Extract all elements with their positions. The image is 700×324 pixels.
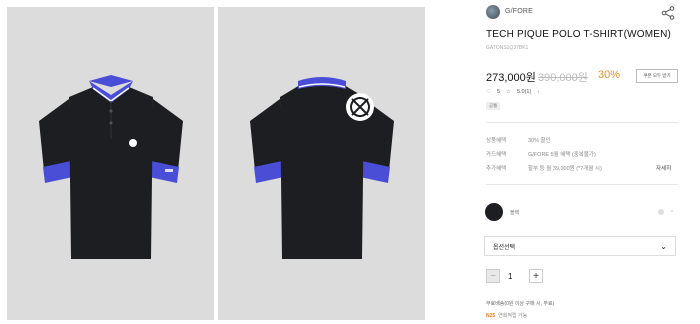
shipping-info: 무료배송(0원 이상 구매 시, 무료) — [486, 301, 555, 307]
coupon-button[interactable]: 쿠폰 모두 받기 — [636, 69, 678, 83]
benefit-label: 카드혜택 — [486, 152, 507, 158]
benefit-label: 상품혜택 — [486, 138, 507, 144]
share-icon[interactable] — [660, 5, 676, 21]
rating-link[interactable]: 5.0(1) — [517, 89, 531, 95]
option-select[interactable]: 옵션선택 ⌄ — [484, 236, 676, 256]
product-image-front[interactable] — [7, 7, 214, 320]
product-tag: 공통 — [486, 102, 501, 110]
color-label: 블랙 — [510, 210, 520, 216]
chevron-right-icon: › — [537, 89, 540, 95]
benefit-value: 30% 할인 — [528, 138, 551, 144]
polo-front-illustration — [38, 74, 183, 259]
benefit-detail-link[interactable]: 자세히 — [656, 164, 671, 172]
naver-pay-text: 연회적립 가능 — [498, 313, 528, 319]
discount-rate: 30% — [598, 69, 621, 81]
benefit-label: 추가혜택 — [486, 166, 507, 172]
product-code: GATONS1Q37BK1 — [486, 45, 529, 51]
quantity-decrease-button[interactable]: − — [486, 269, 500, 283]
quantity-increase-button[interactable]: + — [529, 269, 543, 283]
sale-price: 273,000원 — [486, 72, 536, 84]
brand-name[interactable]: G/FORE — [505, 8, 533, 15]
star-icon: ☆ — [506, 89, 511, 95]
quantity-value[interactable]: 1 — [508, 272, 512, 281]
like-icon[interactable]: ♡ — [486, 89, 491, 95]
original-price: 390,000원 — [538, 72, 588, 84]
divider — [486, 184, 678, 185]
benefit-value: G/FORE 5월 혜택 (중복불가) — [528, 152, 596, 158]
option-select-label: 옵션선택 — [493, 244, 516, 251]
divider — [486, 122, 678, 123]
polo-back-illustration — [249, 76, 394, 259]
option-indicator-icon — [658, 209, 664, 215]
likes-rating-row: ♡ 5 ☆ 5.0(1) › — [486, 89, 539, 95]
chevron-down-icon[interactable]: ⌄ — [669, 206, 675, 214]
color-swatch-black[interactable] — [485, 203, 503, 221]
brand-logo[interactable] — [486, 5, 500, 19]
like-count: 5 — [496, 89, 500, 95]
chevron-down-icon: ⌄ — [660, 241, 667, 251]
benefit-value: 할부 등 월 39,000원 (*7개월 시) — [528, 166, 602, 172]
naver-pay-info: N25 연회적립 가능 — [486, 312, 528, 320]
naver-pay-icon: N25 — [486, 312, 496, 319]
product-image-back[interactable] — [218, 7, 425, 320]
product-title: TECH PIQUE POLO T-SHIRT(WOMEN) — [486, 29, 672, 40]
